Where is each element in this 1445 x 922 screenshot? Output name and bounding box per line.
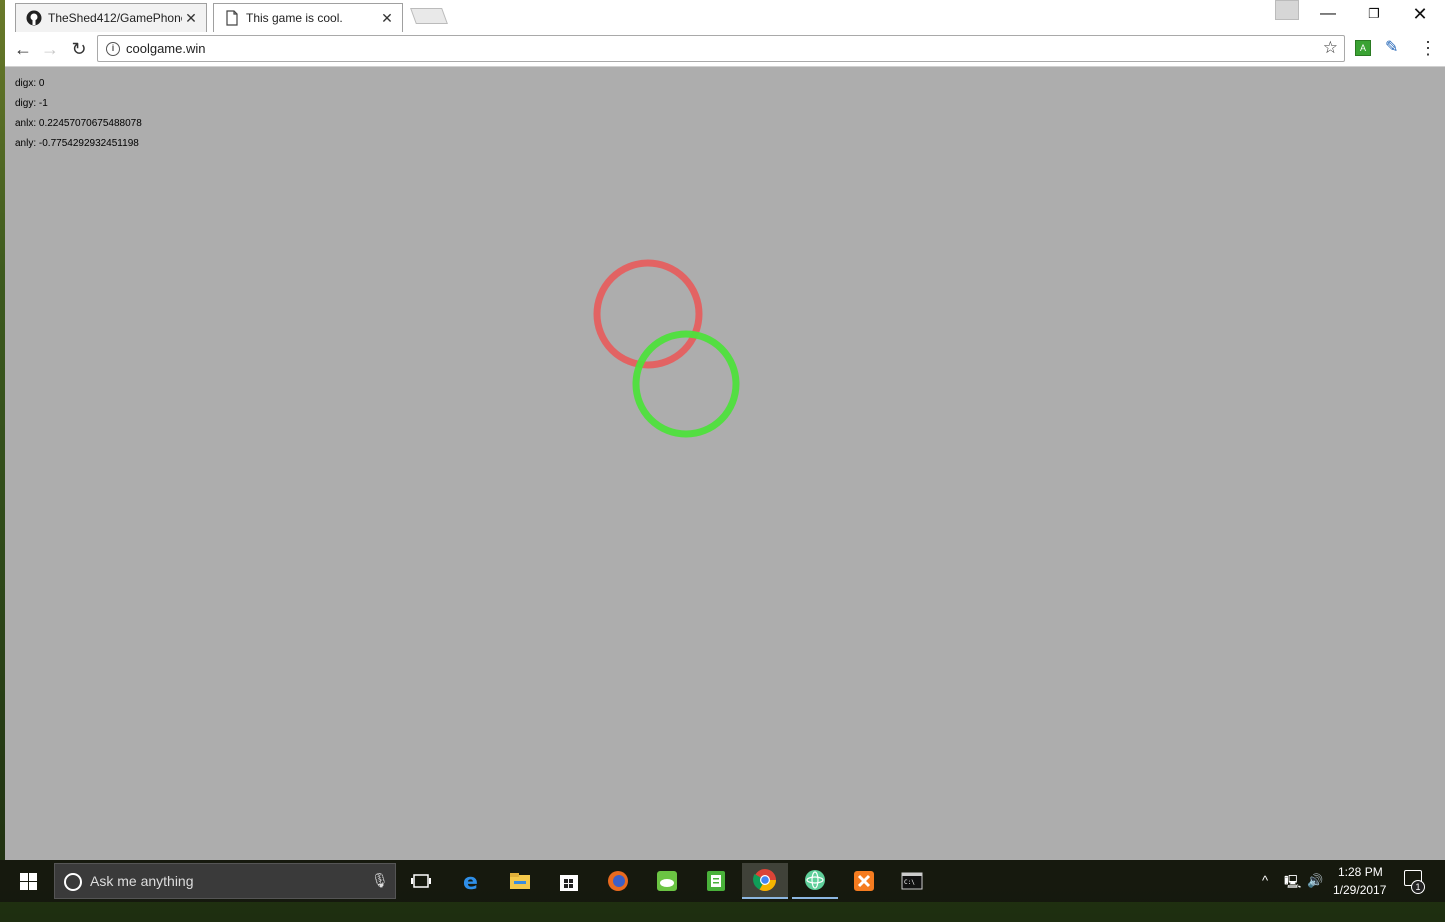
tab-strip: TheShed412/GamePhone ✕ This game is cool… [5, 0, 1445, 32]
file-explorer-icon[interactable] [497, 863, 543, 899]
new-tab-button[interactable] [410, 8, 448, 24]
microphone-icon[interactable]: 🎙 [371, 872, 389, 889]
tab-game[interactable]: This game is cool. ✕ [213, 3, 403, 32]
close-window-button[interactable]: ✕ [1397, 0, 1443, 28]
show-hidden-icons-chevron-icon[interactable]: ^ [1262, 873, 1268, 888]
address-bar[interactable]: i coolgame.win ☆ [97, 35, 1345, 62]
cortana-search-box[interactable]: Ask me anything 🎙 [54, 863, 396, 899]
chrome-icon[interactable] [742, 863, 788, 899]
back-icon[interactable]: ← [11, 37, 35, 61]
url-text[interactable]: coolgame.win [126, 41, 206, 56]
tab-title: TheShed412/GamePhone [48, 11, 182, 25]
game-scene [593, 259, 740, 438]
taskbar: Ask me anything 🎙 e C:\ ^ 🖳 🔊 1:28 PM 1/… [0, 860, 1445, 902]
close-tab-icon[interactable]: ✕ [182, 10, 200, 27]
cortana-icon [64, 873, 82, 891]
terminal-icon[interactable]: C:\ [889, 863, 935, 899]
info-icon[interactable]: i [106, 42, 120, 56]
notes-app-icon[interactable] [693, 863, 739, 899]
tab-github[interactable]: TheShed412/GamePhone ✕ [15, 3, 207, 32]
firefox-icon[interactable] [595, 863, 641, 899]
task-view-icon[interactable] [398, 863, 444, 899]
bookmark-star-icon[interactable]: ☆ [1323, 38, 1338, 58]
github-icon [26, 10, 42, 26]
close-tab-icon[interactable]: ✕ [378, 10, 396, 27]
svg-text:C:\: C:\ [904, 879, 915, 886]
eyedropper-extension-icon[interactable]: ✎ [1385, 37, 1398, 57]
volume-icon[interactable]: 🔊 [1307, 873, 1323, 889]
windows-start-icon[interactable] [0, 860, 54, 902]
browser-toolbar: ← → ↻ i coolgame.win ☆ A ✎ ⋮ [5, 32, 1445, 67]
page-icon [224, 10, 240, 26]
browser-window: TheShed412/GamePhone ✕ This game is cool… [5, 0, 1445, 860]
search-placeholder: Ask me anything [90, 873, 194, 889]
atom-icon[interactable] [792, 863, 838, 899]
minimize-button[interactable]: — [1305, 0, 1351, 28]
clock-date[interactable]: 1/29/2017 [1333, 883, 1386, 897]
restore-button[interactable]: ❐ [1351, 0, 1397, 28]
tab-title: This game is cool. [246, 11, 343, 25]
network-icon[interactable]: 🖳 [1284, 873, 1301, 895]
clock-time[interactable]: 1:28 PM [1338, 865, 1383, 879]
notification-count-badge: 1 [1411, 880, 1425, 894]
game-canvas[interactable]: digx: 0 digy: -1 anlx: 0.224570706754880… [5, 67, 1445, 860]
svg-text:e: e [463, 870, 478, 892]
store-icon[interactable] [546, 863, 592, 899]
menu-icon[interactable]: ⋮ [1419, 37, 1437, 59]
cloud-app-icon[interactable] [644, 863, 690, 899]
edge-icon[interactable]: e [449, 863, 495, 899]
forward-icon[interactable]: → [38, 37, 62, 61]
profile-icon[interactable] [1275, 0, 1299, 20]
extension-icon[interactable]: A [1355, 40, 1371, 56]
xampp-icon[interactable] [841, 863, 887, 899]
reload-icon[interactable]: ↻ [67, 37, 91, 61]
